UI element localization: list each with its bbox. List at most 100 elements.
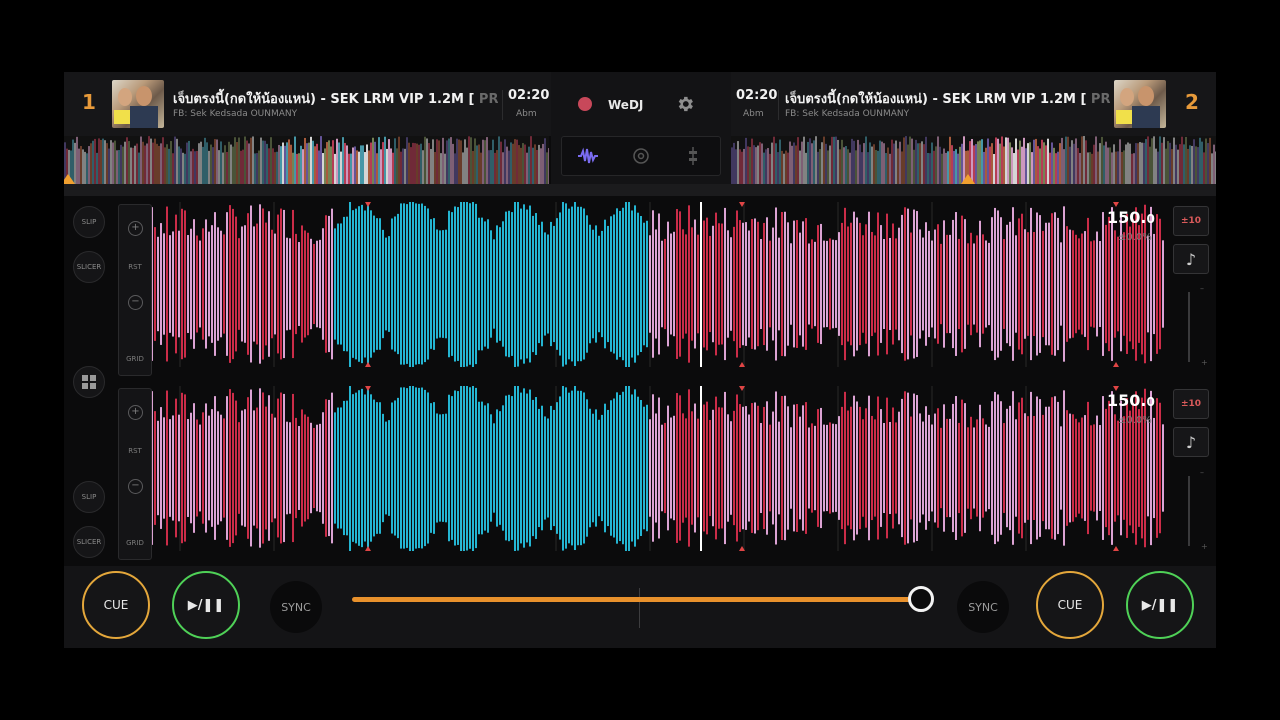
deck1-artwork[interactable] [112,80,164,128]
deck1-header[interactable]: 1 เจ็บตรงนี้(กดให้น้องแหน่) - SEK LRM VI… [64,72,551,136]
deck1-overview-waveform[interactable] [64,136,549,184]
overview-bar [226,151,228,184]
overview-bar [981,139,983,184]
crossfader-track[interactable] [352,597,927,602]
deck2-pitch-range-button[interactable]: ±10 [1173,389,1209,419]
overview-bar [993,153,995,184]
waveform-bar [622,391,624,545]
overview-bar [506,146,508,184]
waveform-bar [919,229,921,339]
overview-bar [194,151,196,184]
overview-bar [152,142,154,184]
rst-button[interactable]: RST [119,263,151,271]
slicer-button-deck2[interactable]: SLICER [73,526,105,558]
waveform-bar [313,243,315,325]
waveform-bar [295,417,297,519]
deck2-keylock-button[interactable]: ♪ [1173,427,1209,457]
overview-bar [216,139,218,184]
deck2-overview-waveform[interactable] [731,136,1216,184]
deck1-keylock-button[interactable]: ♪ [1173,244,1209,274]
waveform-bar [391,218,393,350]
view-switch[interactable] [561,136,721,176]
deck1-pitch-track[interactable] [1188,292,1190,362]
overview-bar [334,153,336,184]
layout-grid-button[interactable] [73,366,105,398]
waveform-bar [865,224,867,344]
waveform-bar [592,229,594,339]
waveform-view-icon[interactable] [577,146,599,166]
waveform-bar [1012,391,1014,545]
waveform-bar [982,418,984,518]
waveform-bar [535,213,537,355]
slicer-button-deck1[interactable]: SLICER [73,251,105,283]
overview-bar [1133,153,1135,184]
deck2-artwork[interactable] [1114,80,1166,128]
overview-bar [148,136,150,184]
grid-button[interactable]: GRID [119,355,151,363]
record-icon[interactable] [578,97,592,111]
overview-bar [246,140,248,184]
overview-bar [849,152,851,184]
overview-bar [1165,148,1167,184]
waveform-bar [193,219,195,349]
waveform-bar [853,395,855,541]
music-note-icon: ♪ [1185,249,1197,269]
overview-bar [474,138,476,184]
gear-icon[interactable] [675,94,695,114]
waveform-bar [961,215,963,353]
waveform-bar [451,396,453,540]
overview-bar [250,137,252,184]
waveform-bar [745,406,747,530]
grid-plus-button[interactable]: + [128,221,143,236]
deck2-pitch-track[interactable] [1188,476,1190,546]
deck1-play-pause-button[interactable]: ▶/❚❚ [172,571,240,639]
overview-bar [1071,140,1073,184]
deck2-cue-button[interactable]: CUE [1036,571,1104,639]
mixer-view-icon[interactable] [682,146,704,166]
waveform-bar [1087,401,1089,535]
overview-bar [997,138,999,184]
jog-view-icon[interactable] [630,146,652,166]
waveform-bar [379,402,381,534]
grid-minus-button[interactable]: − [128,479,143,494]
deck1-cue-button[interactable]: CUE [82,571,150,639]
waveform-bar [952,219,954,349]
waveform-bar [361,388,363,548]
waveform-bar [298,426,300,510]
overview-bar [1125,144,1127,184]
deck1-waveform[interactable] [118,202,1164,367]
waveform-bar [667,405,669,531]
overview-bar [294,136,296,184]
slip-button-deck1[interactable]: SLIP [73,206,105,238]
overview-bar [368,150,370,184]
grid-plus-button[interactable]: + [128,405,143,420]
deck2-header[interactable]: 02:20 Abm เจ็บตรงนี้(กดให้น้องแหน่) - SE… [731,72,1216,136]
deck1-pitch-range-button[interactable]: ±10 [1173,206,1209,236]
overview-bar [360,145,362,184]
waveform-bar [955,212,957,356]
slip-button-deck2[interactable]: SLIP [73,481,105,513]
waveform-bar [1081,233,1083,335]
deck2-waveform[interactable] [118,386,1164,551]
overview-bar [442,137,444,184]
waveform-bar [766,401,768,535]
waveform-bar [277,398,279,538]
grid-button[interactable]: GRID [119,539,151,547]
overview-bar [1001,136,1003,184]
deck2-sync-button[interactable]: SYNC [957,581,1009,633]
rst-button[interactable]: RST [119,447,151,455]
grid-minus-button[interactable]: − [128,295,143,310]
waveform-bar [379,218,381,350]
overview-bar [98,138,100,184]
waveform-bar [685,418,687,518]
deck1-sync-button[interactable]: SYNC [270,581,322,633]
waveform-bar [826,424,828,512]
overview-bar [879,140,881,184]
overview-bar [1123,150,1125,184]
waveform-bar [226,212,228,356]
waveform-bar [943,220,945,348]
deck2-play-pause-button[interactable]: ▶/❚❚ [1126,571,1194,639]
crossfader-knob[interactable] [908,586,935,612]
overview-bar [811,143,813,184]
waveform-bar [727,414,729,522]
